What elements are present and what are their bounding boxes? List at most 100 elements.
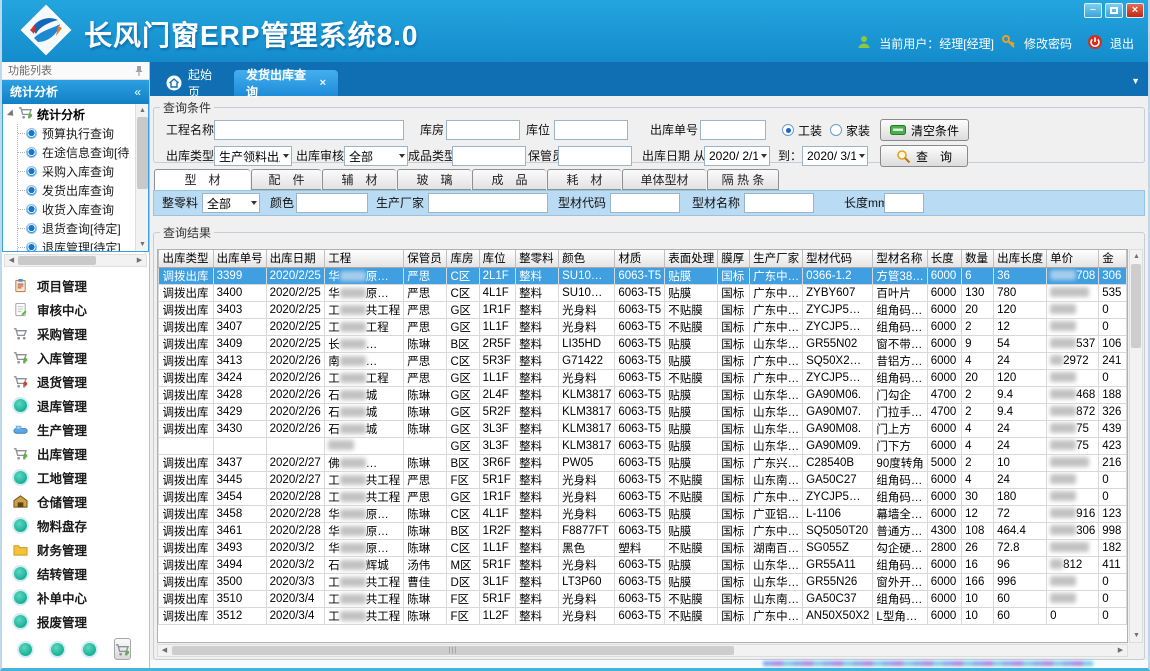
cell[interactable]: 188 [1099, 386, 1127, 403]
change-password-link[interactable]: 修改密码 [1024, 35, 1072, 52]
table-row[interactable]: 调拨出库34002020/2/25华原…严思C区4L1F整料SU10…6063-… [158, 284, 1127, 301]
cell[interactable]: 国标 [718, 573, 750, 590]
cell[interactable]: 5000 [927, 454, 961, 471]
table-row[interactable]: 调拨出库34542020/2/28工共工程严思G区1R1F整料光身料6063-T… [158, 488, 1127, 505]
cell[interactable]: 汤伟 [404, 556, 447, 573]
cell[interactable]: 国标 [718, 607, 750, 624]
cell[interactable]: 广亚铝… [750, 505, 803, 522]
cell[interactable]: 0 [1099, 590, 1127, 607]
cell[interactable]: 华原… [325, 539, 404, 556]
cell[interactable]: 535 [1099, 284, 1127, 301]
cell[interactable]: SU10… [559, 267, 615, 284]
cell[interactable]: 昔铝方… [873, 352, 927, 369]
cell[interactable]: 曹佳 [404, 573, 447, 590]
cell[interactable]: 4 [962, 437, 994, 454]
cell[interactable]: 2 [962, 403, 994, 420]
warehouse-input[interactable] [446, 120, 520, 140]
cell[interactable]: 国标 [718, 437, 750, 454]
cell[interactable]: PW05 [559, 454, 615, 471]
cell[interactable]: 石城 [325, 420, 404, 437]
cell[interactable]: 门勾企 [873, 386, 927, 403]
cell[interactable]: 陈琳 [404, 505, 447, 522]
cell[interactable]: 2 [962, 318, 994, 335]
cell[interactable]: 调拨出库 [159, 471, 213, 488]
cell[interactable]: 2020/3/2 [266, 539, 325, 556]
cell[interactable]: 1L1F [479, 369, 515, 386]
cell[interactable]: 工共工程 [325, 607, 404, 624]
cell[interactable]: 调拨出库 [159, 403, 213, 420]
cell[interactable]: 3454 [213, 488, 266, 505]
cell[interactable]: 30 [962, 488, 994, 505]
cell[interactable]: 6000 [927, 505, 961, 522]
cell[interactable]: 24 [994, 437, 1047, 454]
cell[interactable]: L型角… [873, 607, 927, 624]
sidebar-item-site-management[interactable]: 工地管理 [2, 465, 149, 489]
cell[interactable]: 2020/2/25 [266, 284, 325, 301]
cell[interactable]: 3458 [213, 505, 266, 522]
table-row[interactable]: 调拨出库34282020/2/26石城陈琳G区2L4F整料KLM38176063… [158, 386, 1127, 403]
cell[interactable]: 120 [994, 369, 1047, 386]
cell[interactable]: 1R1F [479, 488, 515, 505]
cell[interactable]: 幕墙全… [873, 505, 927, 522]
cell[interactable]: 996 [994, 573, 1047, 590]
cell[interactable]: 24 [994, 471, 1047, 488]
expand-arrow-icon[interactable] [7, 109, 16, 118]
cell[interactable]: 国标 [718, 471, 750, 488]
cell[interactable]: 24 [994, 352, 1047, 369]
cell[interactable]: 门下方 [873, 437, 927, 454]
column-header-9[interactable]: 材质 [615, 250, 665, 267]
tree-item-6[interactable]: 退库管理[待定] [18, 238, 148, 252]
sidebar-item-supplement-center[interactable]: 补单中心 [2, 585, 149, 609]
cell[interactable]: B区 [447, 522, 479, 539]
cell[interactable]: 5R1F [479, 471, 515, 488]
cell[interactable]: 1R2F [479, 522, 515, 539]
cell[interactable]: 998 [1099, 522, 1127, 539]
cell[interactable]: 3L3F [479, 437, 515, 454]
cell[interactable]: 调拨出库 [159, 522, 213, 539]
subtab-4[interactable]: 成 品 [472, 169, 546, 190]
table-row[interactable]: 调拨出库33992020/2/25华原…严思C区2L1F整料SU10…6063-… [158, 267, 1127, 284]
cell[interactable]: G区 [447, 420, 479, 437]
cell[interactable]: 调拨出库 [159, 284, 213, 301]
cell[interactable] [1047, 471, 1099, 488]
cell[interactable]: 780 [994, 284, 1047, 301]
cell[interactable]: 国标 [718, 488, 750, 505]
table-row[interactable]: 调拨出库35122020/3/4工共工程陈琳F区1L2F整料光身料6063-T5… [158, 607, 1127, 624]
cell[interactable]: 塑料 [615, 539, 665, 556]
cell[interactable]: 不贴膜 [665, 301, 718, 318]
cell[interactable]: SG055Z [803, 539, 873, 556]
cell[interactable]: 2L1F [479, 267, 515, 284]
cell[interactable] [1047, 488, 1099, 505]
cell[interactable]: 贴膜 [665, 420, 718, 437]
scroll-right-icon[interactable]: ▶ [133, 255, 146, 266]
column-header-1[interactable]: 出库单号 [213, 250, 266, 267]
column-header-3[interactable]: 工程 [325, 250, 404, 267]
table-row[interactable]: 调拨出库34612020/2/28华原…陈琳B区1R2F整料F8877FT606… [158, 522, 1127, 539]
cell[interactable]: 3493 [213, 539, 266, 556]
cell[interactable]: C区 [447, 284, 479, 301]
scrollbar-thumb[interactable] [1131, 264, 1141, 348]
cell[interactable]: 调拨出库 [159, 607, 213, 624]
cell[interactable]: 4700 [927, 403, 961, 420]
cell[interactable]: 不贴膜 [665, 369, 718, 386]
cell[interactable]: 贴膜 [665, 556, 718, 573]
column-header-16[interactable]: 数量 [962, 250, 994, 267]
cell[interactable]: 812 [1047, 556, 1099, 573]
order-no-input[interactable] [700, 120, 766, 140]
cell[interactable]: 石辉城 [325, 556, 404, 573]
table-row[interactable]: 调拨出库34132020/2/26南…严思C区5R3F整料G714226063-… [158, 352, 1127, 369]
cell[interactable]: M区 [447, 556, 479, 573]
cell[interactable]: 整料 [516, 267, 559, 284]
cell[interactable]: 6000 [927, 573, 961, 590]
cell[interactable]: 6063-T5 [615, 471, 665, 488]
cell[interactable]: 广东中… [750, 607, 803, 624]
table-row[interactable]: 调拨出库34452020/2/27工共工程严思F区5R1F整料光身料6063-T… [158, 471, 1127, 488]
table-row[interactable]: 调拨出库34302020/2/26石城陈琳G区3L3F整料KLM38176063… [158, 420, 1127, 437]
cell[interactable]: 组角码… [873, 301, 927, 318]
keeper-input[interactable] [558, 146, 632, 166]
cell[interactable]: G区 [447, 369, 479, 386]
sidebar-item-purchase-management[interactable]: 采购管理 [2, 321, 149, 345]
column-header-10[interactable]: 表面处理 [665, 250, 718, 267]
cell[interactable]: 2020/2/28 [266, 522, 325, 539]
location-input[interactable] [554, 120, 628, 140]
